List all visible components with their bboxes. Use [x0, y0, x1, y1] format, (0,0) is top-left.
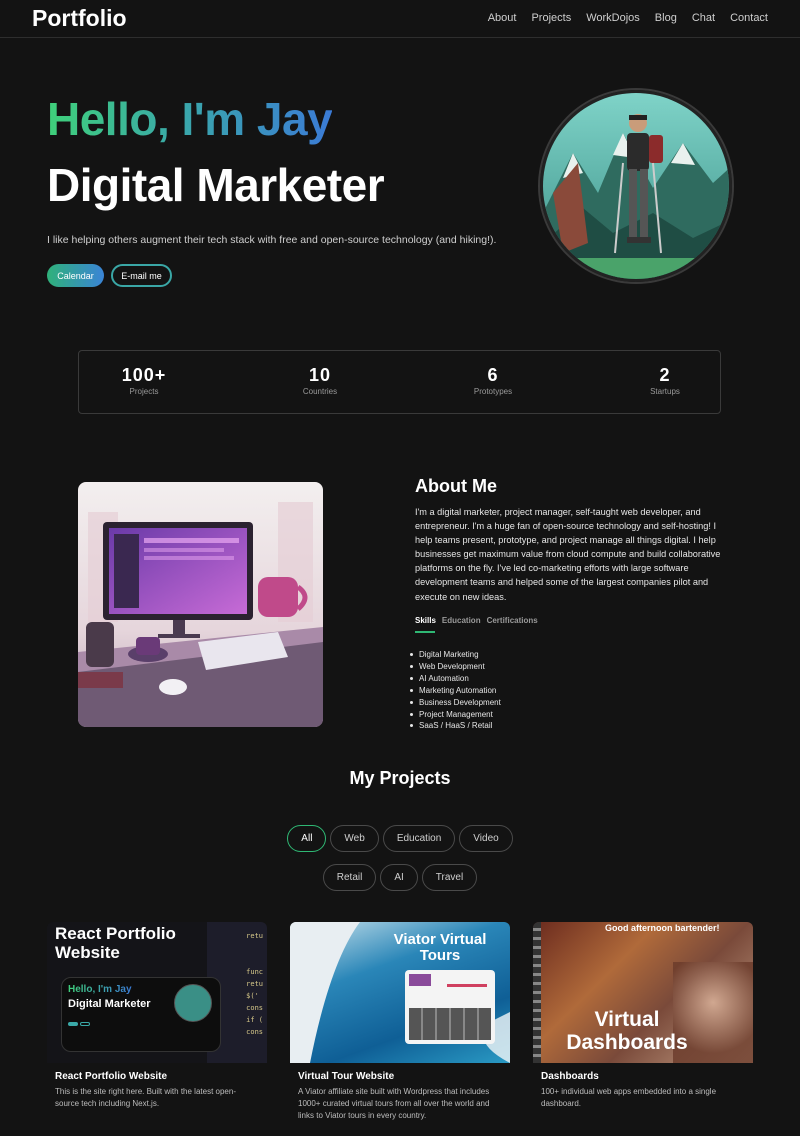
project-filters-row-2: Retail AI Travel — [0, 864, 800, 891]
list-item: Business Development — [410, 697, 501, 707]
stat-value: 2 — [659, 365, 671, 385]
list-item: SaaS / HaaS / Retail — [410, 720, 501, 732]
about-illustration — [78, 482, 323, 727]
about-text: I'm a digital marketer, project manager,… — [415, 507, 721, 602]
project-title: Dashboards — [541, 1071, 599, 1082]
brand-logo[interactable]: Portfolio — [32, 5, 127, 32]
filter-education[interactable]: Education — [382, 825, 456, 852]
tab-education[interactable]: Education — [442, 616, 481, 625]
project-thumbnail: Viator Virtual Tours — [290, 922, 510, 1063]
stats-bar: 100+ Projects 10 Countries 6 Prototypes … — [78, 350, 721, 414]
hero-tagline: I like helping others augment their tech… — [47, 234, 497, 246]
stat-label: Prototypes — [473, 387, 513, 396]
tab-certifications[interactable]: Certifications — [487, 616, 538, 625]
filter-ai[interactable]: AI — [380, 864, 418, 891]
nav-link-contact[interactable]: Contact — [730, 12, 768, 24]
project-title: React Portfolio Website — [55, 1071, 168, 1082]
list-item: Project Management — [410, 709, 501, 721]
project-filters-row-1: All Web Education Video — [0, 825, 800, 852]
thumbnail-greeting: Good afternoon bartender! — [605, 923, 720, 933]
mini-site-preview — [405, 970, 495, 1044]
list-item: Digital Marketing — [410, 649, 501, 661]
stat-label: Countries — [302, 387, 338, 396]
email-button[interactable]: E-mail me — [111, 264, 172, 287]
project-description: 100+ individual web apps embedded into a… — [541, 1087, 717, 1108]
project-title: Virtual Tour Website — [298, 1071, 395, 1082]
nav-link-blog[interactable]: Blog — [655, 12, 677, 24]
project-thumbnail: retu func retu $(' cons if (cons React Portf… — [47, 922, 267, 1063]
about-tabs: Skills Education Certifications — [415, 616, 538, 625]
list-item: AI Automation — [410, 673, 501, 685]
calendar-button[interactable]: Calendar — [47, 264, 104, 287]
thumbnail-heading: Viator Virtual Tours — [393, 931, 487, 964]
filter-video[interactable]: Video — [459, 825, 513, 852]
stat-startups: 2 Startups — [600, 365, 730, 396]
stat-value: 10 — [308, 365, 332, 385]
about-title: About Me — [415, 476, 497, 496]
hero-greeting: Hello, I'm Jay — [47, 93, 333, 145]
project-description: This is the site right here. Built with … — [55, 1087, 236, 1108]
project-thumbnail: Good afternoon bartender! Virtual Dashbo… — [533, 922, 753, 1063]
mini-avatar — [174, 984, 212, 1022]
active-tab-indicator — [415, 631, 435, 633]
stat-label: Projects — [129, 387, 159, 396]
stat-countries: 10 Countries — [255, 365, 385, 396]
mini-site-preview: Hello, I'm Jay Digital Marketer — [61, 977, 221, 1052]
profile-avatar — [540, 90, 732, 282]
nav-link-projects[interactable]: Projects — [531, 12, 571, 24]
skills-list: Digital Marketing Web Development AI Aut… — [410, 649, 501, 732]
project-card-portfolio[interactable]: retu func retu $(' cons if (cons React Portf… — [47, 922, 267, 1110]
list-item: Web Development — [410, 661, 501, 673]
stat-value: 100+ — [121, 365, 167, 385]
mini-greeting: Hello, I'm Jay — [68, 984, 132, 995]
nav-link-about[interactable]: About — [488, 12, 517, 24]
hero-role: Digital Marketer — [47, 159, 385, 211]
mini-role: Digital Marketer — [68, 998, 151, 1010]
project-card-dashboards[interactable]: Good afternoon bartender! Virtual Dashbo… — [533, 922, 753, 1110]
filter-all[interactable]: All — [287, 825, 327, 852]
stat-projects: 100+ Projects — [79, 365, 209, 396]
projects-title: My Projects — [349, 768, 451, 788]
stat-label: Startups — [650, 387, 680, 396]
tab-skills[interactable]: Skills — [415, 616, 436, 625]
stat-prototypes: 6 Prototypes — [428, 365, 558, 396]
nav-links: About Projects WorkDojos Blog Chat Conta… — [488, 12, 768, 24]
thumbnail-heading: Virtual Dashboards — [566, 1008, 688, 1054]
project-card-virtual-tour[interactable]: Viator Virtual Tours Virtual Tour Websit… — [290, 922, 510, 1122]
nav-link-chat[interactable]: Chat — [692, 12, 715, 24]
nav-link-workdojos[interactable]: WorkDojos — [586, 12, 640, 24]
project-description: A Viator affiliate site built with Wordp… — [298, 1087, 490, 1120]
stat-value: 6 — [487, 365, 499, 385]
filter-web[interactable]: Web — [330, 825, 379, 852]
filter-retail[interactable]: Retail — [322, 864, 377, 891]
top-navbar: Portfolio About Projects WorkDojos Blog … — [0, 0, 800, 38]
filter-travel[interactable]: Travel — [421, 864, 478, 891]
thumbnail-heading: React Portfolio Website — [55, 924, 176, 962]
code-background: retu func retu $(' cons if (cons — [246, 932, 263, 1036]
list-item: Marketing Automation — [410, 685, 501, 697]
